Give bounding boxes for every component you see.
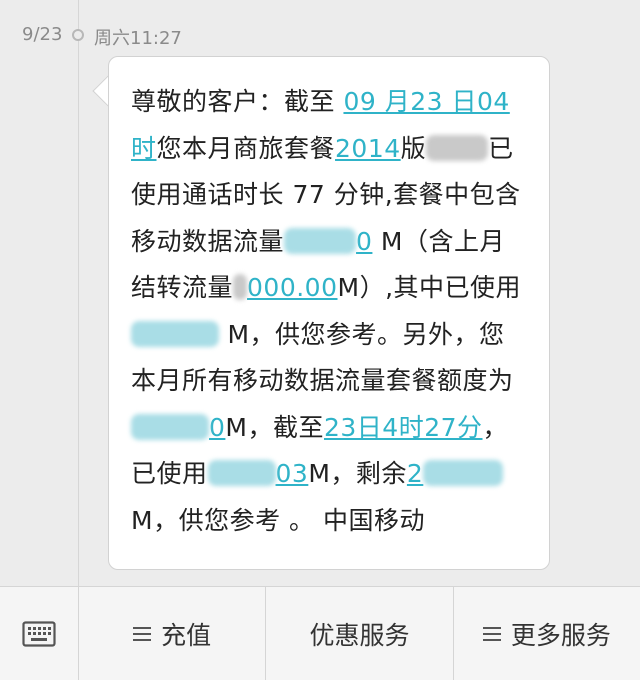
promotions-menu-button[interactable]: 优惠服务 [266,587,454,680]
redacted-link[interactable] [207,460,276,486]
timeline-line [78,0,79,586]
menu-icon [133,623,152,645]
redacted-text [426,134,489,161]
redacted-link[interactable] [284,227,357,254]
message-text[interactable]: 尊敬的客户：截至 09 月23 日04时您本月商旅套餐2014版 已使用通话时长 … [131,79,527,544]
time-link[interactable]: 23日4时27分 [324,413,483,442]
number-link[interactable]: 0 [356,227,372,256]
menu-icon [482,623,501,645]
bottom-menu-bar: 充值 优惠服务 更多服务 [0,586,640,680]
more-services-menu-button[interactable]: 更多服务 [454,587,640,680]
number-link[interactable]: 000.00 [247,273,337,302]
number-link[interactable]: 2014 [335,134,401,163]
more-services-label: 更多服务 [510,620,611,650]
message-bubble[interactable]: 尊敬的客户：截至 09 月23 日04时您本月商旅套餐2014版 已使用通话时长 … [108,56,550,570]
msg-text: M，截至 [225,412,324,442]
redacted-text [233,274,248,300]
recharge-label: 充值 [161,620,212,650]
keyboard-toggle-button[interactable] [0,587,79,680]
msg-text: 版 [400,133,427,163]
message-date: 9/23 [22,24,63,45]
recharge-menu-button[interactable]: 充值 [79,587,267,680]
msg-text: M，剩余 [308,459,407,488]
number-link[interactable]: 03 [276,459,309,488]
redacted-link[interactable] [131,320,219,347]
number-link[interactable]: 2 [407,459,423,488]
redacted-link[interactable] [423,460,504,486]
msg-text: M）,其中已使用 [337,273,522,302]
number-link[interactable]: 0 [209,413,225,442]
msg-text: M，供您参考 。 中国移动 [131,505,425,535]
msg-text: 尊敬的客户：截至 [131,87,344,116]
timeline-dot [72,29,84,41]
message-time: 周六11:27 [94,28,182,49]
promotions-label: 优惠服务 [309,620,410,650]
redacted-link[interactable] [131,413,209,440]
msg-text: 您本月商旅套餐 [156,133,336,163]
keyboard-icon [22,620,56,647]
